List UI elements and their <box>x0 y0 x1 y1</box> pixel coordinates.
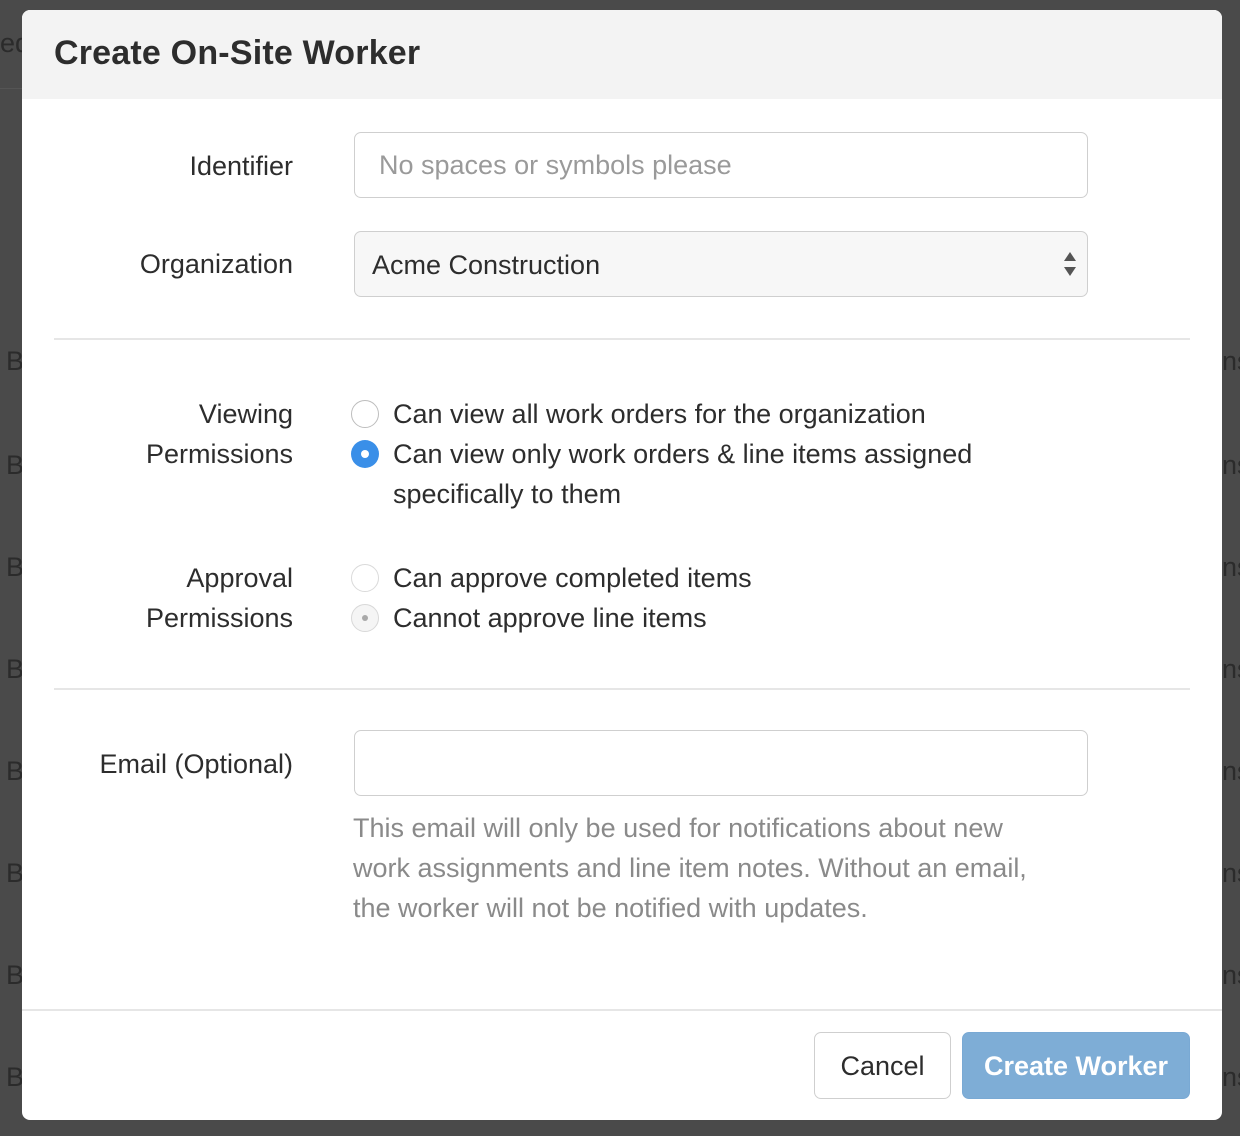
section-divider <box>54 338 1190 340</box>
radio-disabled[interactable] <box>351 564 379 592</box>
create-worker-dialog: Create On-Site Worker Identifier Organiz… <box>22 10 1222 1120</box>
section-divider <box>54 688 1190 690</box>
email-label: Email (Optional) <box>99 749 293 779</box>
dialog-header: Create On-Site Worker <box>22 10 1222 99</box>
background-page-fragment: ns <box>1222 552 1240 582</box>
background-page-fragment: ns <box>1222 654 1240 684</box>
background-page-fragment: ns <box>1222 858 1240 888</box>
email-help-line1: This email will only be used for notific… <box>353 813 1003 843</box>
organization-label: Organization <box>139 249 293 279</box>
viewing-permissions-label-line1: Viewing <box>198 399 293 429</box>
organization-selected-value: Acme Construction <box>372 250 601 280</box>
viewing-permissions-label: Viewing Permissions <box>33 394 293 474</box>
footer-divider <box>22 1009 1222 1011</box>
radio-disabled-checked[interactable] <box>351 604 379 632</box>
approval-permissions-label: Approval Permissions <box>33 558 293 638</box>
approval-permissions-label-line2: Permissions <box>145 603 293 633</box>
email-help-line3: the worker will not be notified with upd… <box>353 893 868 923</box>
create-worker-button[interactable]: Create Worker <box>962 1032 1190 1099</box>
approval-permissions-label-line1: Approval <box>186 563 293 593</box>
radio-checked[interactable] <box>351 440 379 468</box>
updown-arrows-icon <box>1064 252 1076 276</box>
background-page-fragment: ns <box>1222 960 1240 990</box>
approval-option-cannot-approve-label[interactable]: Cannot approve line items <box>393 598 707 638</box>
viewing-option-assigned-label-line2[interactable]: specifically to them <box>393 474 621 514</box>
email-help-line2: work assignments and line item notes. Wi… <box>353 853 1027 883</box>
background-divider <box>0 88 22 89</box>
background-page-fragment: ns <box>1222 346 1240 376</box>
email-input[interactable] <box>354 730 1088 796</box>
dialog-title: Create On-Site Worker <box>54 34 421 72</box>
organization-select[interactable]: Acme Construction <box>354 231 1088 297</box>
approval-option-can-approve-label[interactable]: Can approve completed items <box>393 558 752 598</box>
identifier-label: Identifier <box>189 151 293 181</box>
viewing-permissions-label-line2: Permissions <box>145 439 293 469</box>
email-help-text: This email will only be used for notific… <box>353 808 1073 928</box>
identifier-input[interactable] <box>354 132 1088 198</box>
background-page-fragment: ns <box>1222 450 1240 480</box>
cancel-button[interactable]: Cancel <box>814 1032 951 1099</box>
viewing-option-assigned-label-line1[interactable]: Can view only work orders & line items a… <box>393 434 972 474</box>
background-page-fragment: ns <box>1222 756 1240 786</box>
viewing-option-all-label[interactable]: Can view all work orders for the organiz… <box>393 394 926 434</box>
radio-unchecked[interactable] <box>351 400 379 428</box>
background-page-fragment: ns <box>1222 1062 1240 1092</box>
